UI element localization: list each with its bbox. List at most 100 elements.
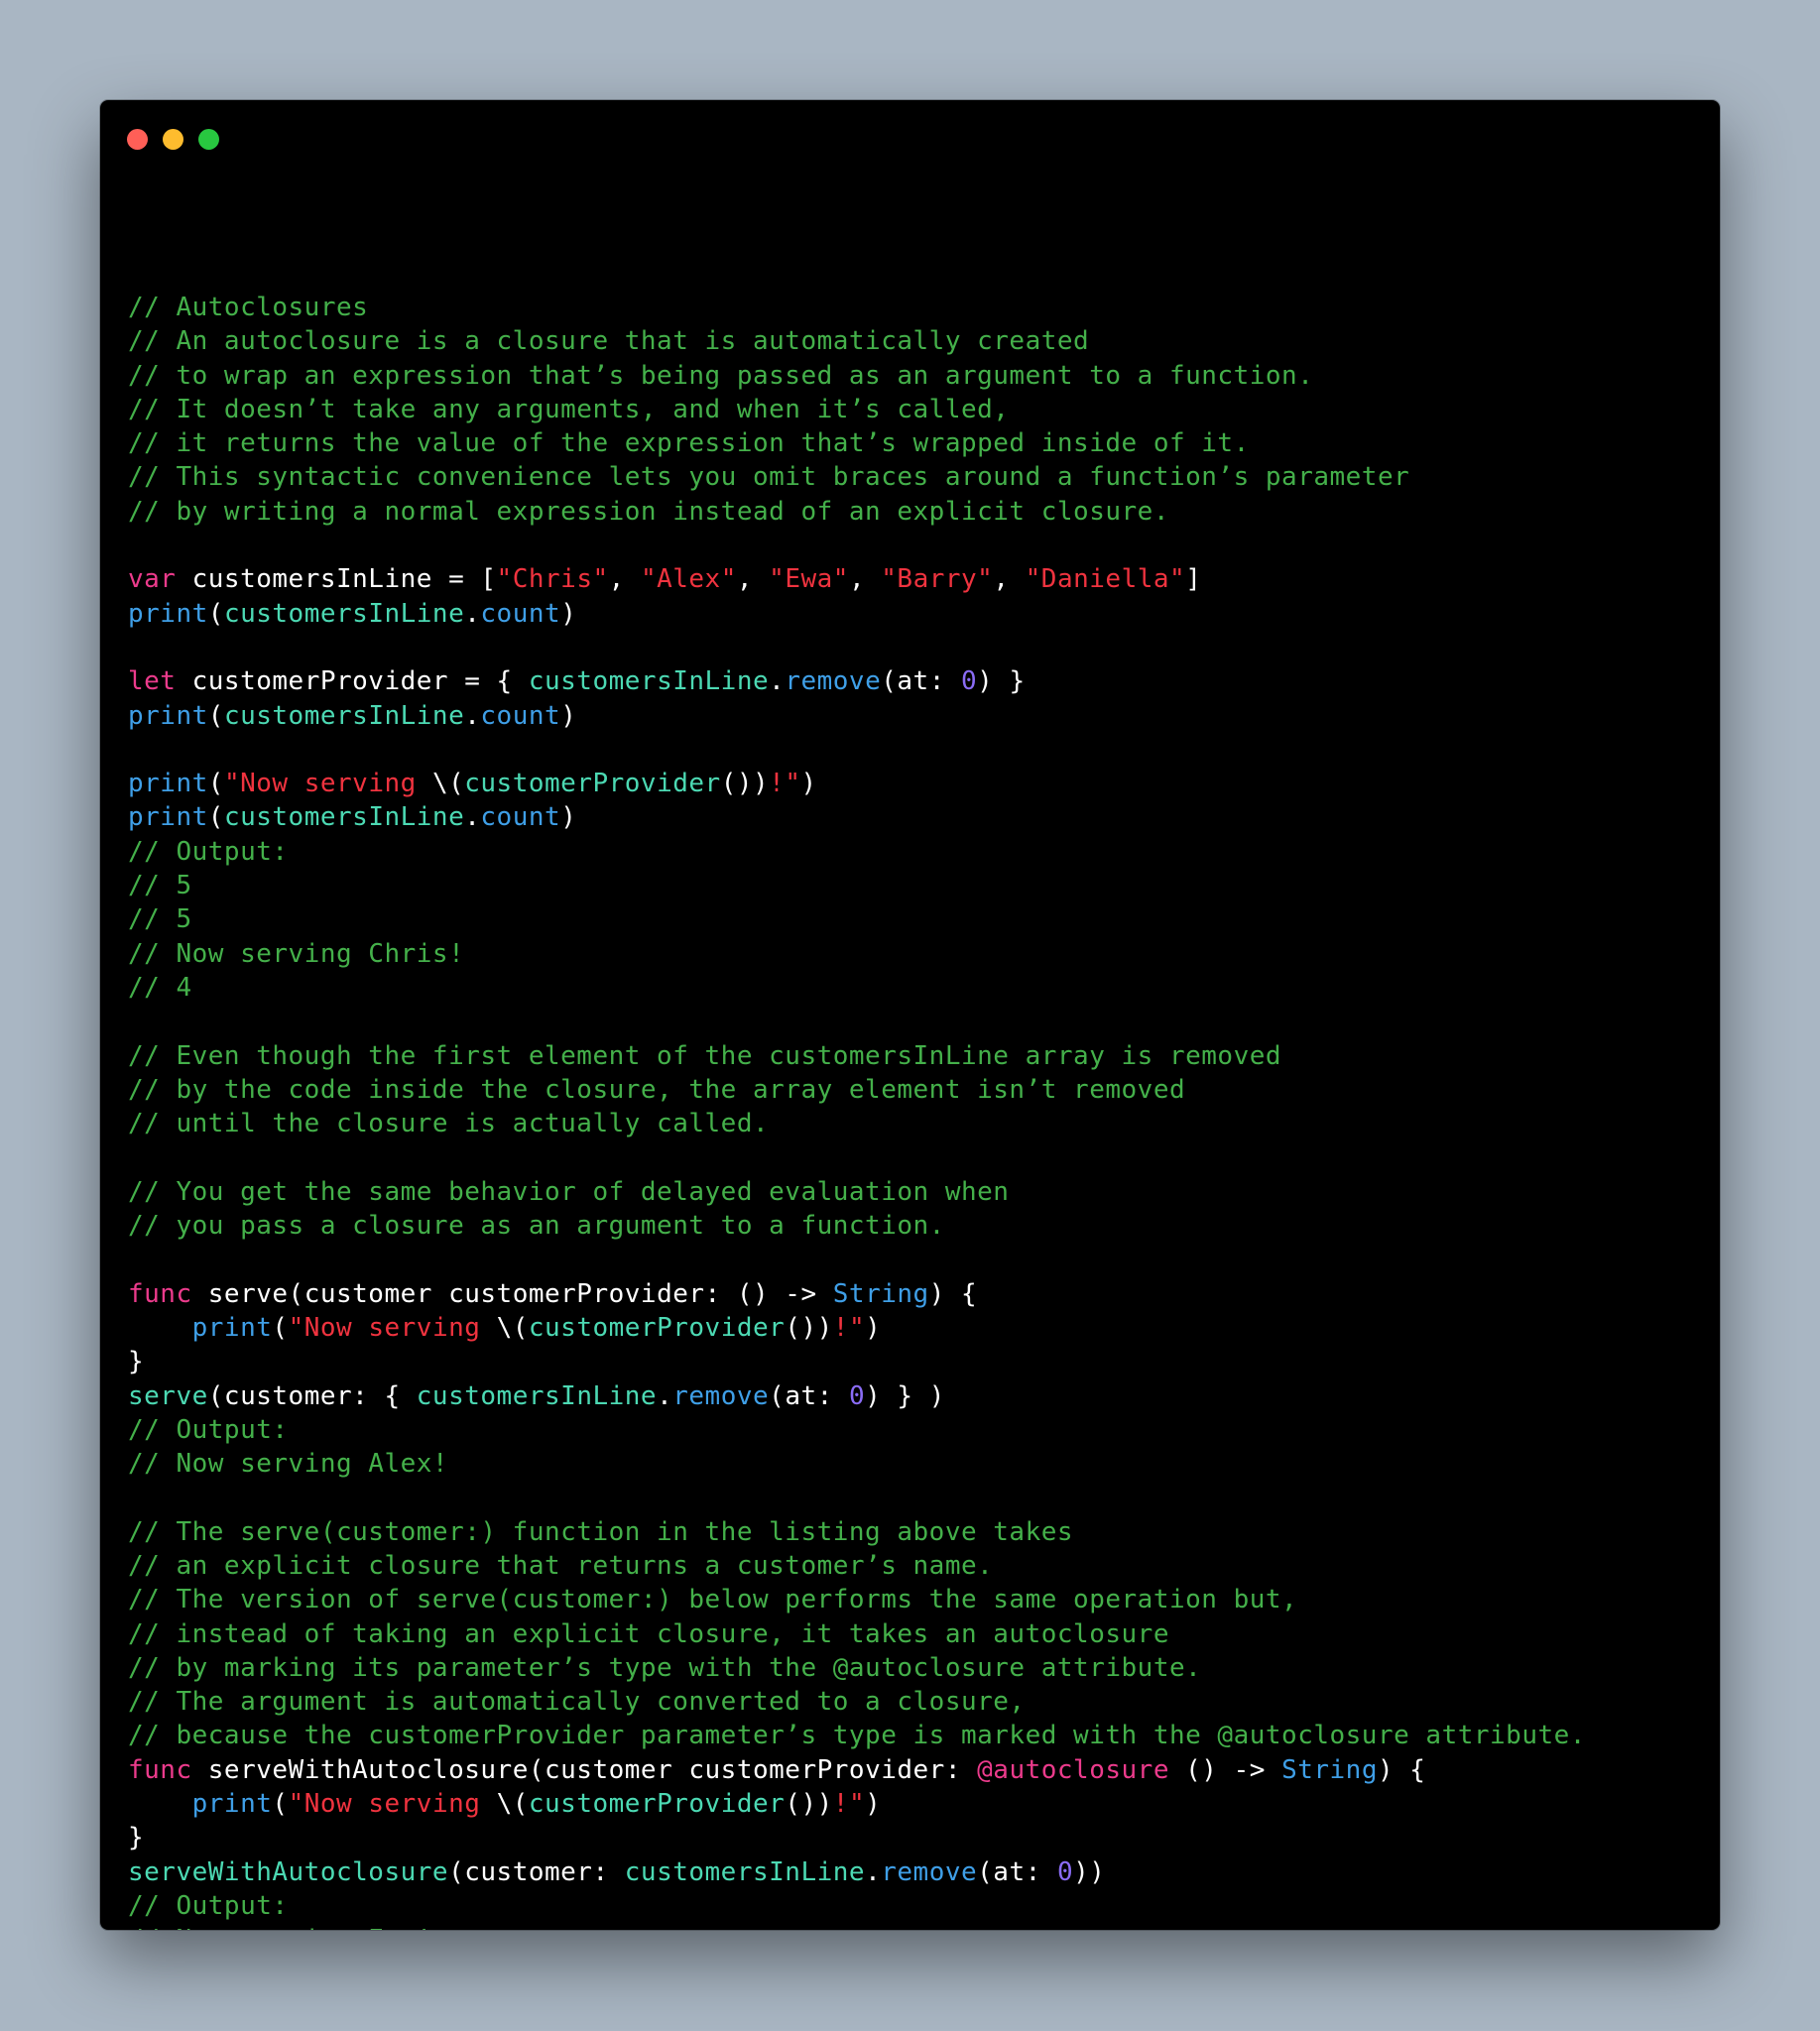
code-token: // It doesn’t take any arguments, and wh… xyxy=(128,394,1010,424)
code-token: "Now serving xyxy=(288,1312,497,1343)
code-token: ] xyxy=(1185,564,1202,595)
code-token: customersInLine xyxy=(223,802,465,833)
code-token: remove xyxy=(881,1856,978,1887)
code-line: print(customersInLine.count) xyxy=(128,597,1586,631)
code-line: // by the code inside the closure, the a… xyxy=(128,1073,1586,1107)
code-line: // 5 xyxy=(128,902,1586,936)
close-button[interactable] xyxy=(127,129,148,150)
code-line: var customersInLine = ["Chris", "Alex", … xyxy=(128,562,1586,596)
code-token: ( xyxy=(207,802,224,833)
code-token: String xyxy=(1281,1754,1378,1785)
code-token: customerProvider xyxy=(528,1789,786,1820)
code-token: print xyxy=(191,1789,273,1820)
code-token: // Output: xyxy=(128,1414,289,1445)
code-token: ()) xyxy=(785,1312,833,1343)
code-line: // Output: xyxy=(128,835,1586,869)
code-token: // Even though the first element of the … xyxy=(128,1040,1282,1071)
code-token: // you pass a closure as an argument to … xyxy=(128,1211,945,1242)
code-token: // to wrap an expression that’s being pa… xyxy=(128,360,1314,391)
code-line: // instead of taking an explicit closure… xyxy=(128,1617,1586,1651)
code-token: ( xyxy=(207,700,224,731)
code-token: print xyxy=(191,1312,273,1343)
code-line: // to wrap an expression that’s being pa… xyxy=(128,359,1586,393)
code-token: // An autoclosure is a closure that is a… xyxy=(128,326,1090,357)
code-token: remove xyxy=(785,666,882,697)
code-token: ( xyxy=(207,598,224,629)
code-token: // Now serving Chris! xyxy=(128,938,465,969)
code-token: ) } ) xyxy=(865,1380,945,1411)
zoom-button[interactable] xyxy=(198,129,219,150)
code-token: serve xyxy=(128,1380,208,1411)
code-line: // 5 xyxy=(128,869,1586,902)
code-token: ) xyxy=(560,802,577,833)
code-token: // Now serving Ewa! xyxy=(128,1925,432,1930)
code-token: // it returns the value of the expressio… xyxy=(128,428,1250,459)
code-line: print("Now serving \(customerProvider())… xyxy=(128,1311,1586,1345)
code-token: // The serve(customer:) function in the … xyxy=(128,1516,1074,1547)
code-line: // by marking its parameter’s type with … xyxy=(128,1651,1586,1685)
code-token: \( xyxy=(496,1789,529,1820)
code-token: // until the closure is actually called. xyxy=(128,1109,770,1139)
code-token: . xyxy=(464,598,481,629)
code-token: ) } xyxy=(977,666,1026,697)
window-controls xyxy=(127,129,219,150)
code-token: !" xyxy=(832,1312,866,1343)
code-token: 0 xyxy=(1056,1856,1074,1887)
code-token: 0 xyxy=(961,666,978,697)
code-token: ( xyxy=(272,1789,289,1820)
code-block: // Autoclosures // An autoclosure is a cl… xyxy=(128,291,1586,1930)
code-line: // You get the same behavior of delayed … xyxy=(128,1175,1586,1209)
code-token: serveWithAutoclosure(customer customerPr… xyxy=(191,1754,978,1785)
code-token: (at: xyxy=(977,1856,1057,1887)
code-line: // Now serving Ewa! xyxy=(128,1923,1586,1930)
code-line: // because the customerProvider paramete… xyxy=(128,1719,1586,1752)
code-line: // The argument is automatically convert… xyxy=(128,1685,1586,1719)
code-token: ) xyxy=(800,769,817,799)
code-token: . xyxy=(769,666,786,697)
code-token: \( xyxy=(496,1312,529,1343)
code-line: // you pass a closure as an argument to … xyxy=(128,1209,1586,1243)
code-line: // The version of serve(customer:) below… xyxy=(128,1583,1586,1616)
code-token: . xyxy=(657,1380,673,1411)
code-line: serve(customer: { customersInLine.remove… xyxy=(128,1379,1586,1413)
code-token: ) { xyxy=(928,1278,978,1309)
code-token: print xyxy=(128,700,208,731)
code-window: // Autoclosures // An autoclosure is a cl… xyxy=(100,100,1720,1930)
code-token: serveWithAutoclosure xyxy=(128,1856,449,1887)
code-token: "Now serving xyxy=(288,1789,497,1820)
code-token: "Chris" xyxy=(496,564,609,595)
code-token: "Now serving xyxy=(223,769,432,799)
code-line: // The serve(customer:) function in the … xyxy=(128,1515,1586,1549)
code-token: . xyxy=(464,802,481,833)
code-token: \( xyxy=(431,769,465,799)
code-token: func xyxy=(128,1754,192,1785)
code-line: // Even though the first element of the … xyxy=(128,1039,1586,1073)
code-token: !" xyxy=(832,1789,866,1820)
minimize-button[interactable] xyxy=(163,129,183,150)
code-token: customersInLine xyxy=(223,700,465,731)
code-token: // You get the same behavior of delayed … xyxy=(128,1176,1010,1207)
code-token: // instead of taking an explicit closure… xyxy=(128,1618,1169,1649)
code-line: print(customersInLine.count) xyxy=(128,699,1586,733)
code-token: ) xyxy=(560,598,577,629)
code-token: , xyxy=(608,564,641,595)
code-token: customerProvider xyxy=(528,1312,786,1343)
code-token: ) xyxy=(865,1312,882,1343)
code-token: , xyxy=(736,564,770,595)
code-token: var xyxy=(128,564,177,595)
code-line: // An autoclosure is a closure that is a… xyxy=(128,324,1586,358)
code-token: ()) xyxy=(720,769,770,799)
code-token: print xyxy=(128,769,208,799)
code-token: () -> xyxy=(1168,1754,1282,1785)
code-token: // The version of serve(customer:) below… xyxy=(128,1585,1298,1615)
code-token: print xyxy=(128,598,208,629)
code-token: // Autoclosures xyxy=(128,293,369,322)
code-token: customersInLine xyxy=(223,598,465,629)
code-line: // Output: xyxy=(128,1413,1586,1447)
code-token: // 5 xyxy=(128,871,192,901)
code-token: // The argument is automatically convert… xyxy=(128,1687,1026,1718)
code-line: // Autoclosures xyxy=(128,291,1586,324)
